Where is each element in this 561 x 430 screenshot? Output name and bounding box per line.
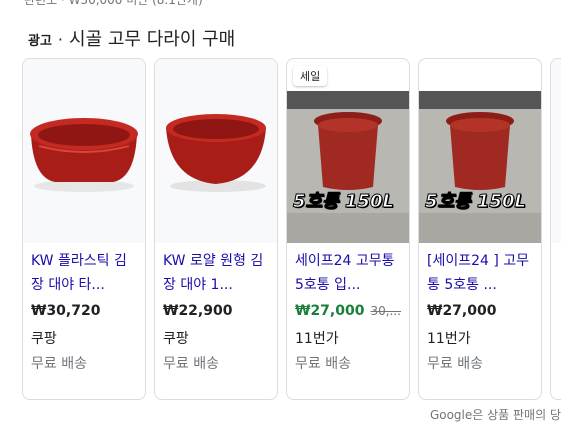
- top-cut-text: 관련도 · ₩30,000 미만 (8.1만개): [24, 0, 203, 7]
- red-oval-basin-icon: [30, 118, 138, 192]
- product-image[interactable]: 5호통 150L: [419, 59, 541, 243]
- product-card[interactable]: KW 플라스틱 김장 대야 타... ₩30,720 쿠팡 무료 배송: [22, 58, 146, 400]
- product-seller: 11번가: [427, 331, 471, 347]
- product-carousel[interactable]: KW 플라스틱 김장 대야 타... ₩30,720 쿠팡 무료 배송 KW 로…: [22, 58, 561, 402]
- product-card[interactable]: 5호통 150L [세이프24 ] 고무통 5호통 ... ₩27,000 11…: [418, 58, 542, 400]
- product-title[interactable]: 세이프24 고무통 5호통 입...: [295, 249, 403, 297]
- image-caption: 5호통 150L: [293, 191, 395, 213]
- product-title[interactable]: KW 플라스틱 김장 대야 타...: [31, 249, 139, 297]
- product-card[interactable]: 세일 5호통 150L 세이프24 고무통 5호통 입... ₩27,000 30…: [286, 58, 410, 400]
- product-seller: 11번가: [295, 331, 339, 347]
- product-price: ₩30,720: [31, 303, 101, 319]
- product-image[interactable]: 세일 5호통 150L: [287, 59, 409, 243]
- product-image[interactable]: [551, 59, 561, 243]
- product-shipping: 무료 배송: [295, 356, 351, 372]
- red-round-basin-icon: [166, 114, 266, 192]
- product-old-price: 30,...: [370, 304, 401, 318]
- sale-badge: 세일: [293, 66, 328, 86]
- product-shipping: 무료 배송: [31, 356, 87, 372]
- red-bucket-photo-icon: [419, 59, 541, 243]
- product-price: ₩27,000: [427, 303, 497, 319]
- ad-separator: ·: [57, 30, 64, 49]
- red-bucket-photo-icon: [287, 59, 409, 243]
- ad-header: 광고 · 시골 고무 다라이 구매: [28, 25, 235, 51]
- ad-section-title: 시골 고무 다라이 구매: [69, 29, 236, 50]
- ad-label: 광고: [28, 34, 52, 49]
- product-image[interactable]: [23, 59, 145, 243]
- product-shipping: 무료 배송: [427, 356, 483, 372]
- product-image[interactable]: [155, 59, 277, 243]
- product-card-partial[interactable]: [550, 58, 561, 400]
- product-card[interactable]: KW 로얄 원형 김장 대야 1... ₩22,900 쿠팡 무료 배송: [154, 58, 278, 400]
- product-title[interactable]: KW 로얄 원형 김장 대야 1...: [163, 249, 271, 297]
- image-caption: 5호통 150L: [425, 191, 527, 213]
- ad-disclaimer: Google은 상품 판매의 당: [429, 408, 561, 422]
- product-shipping: 무료 배송: [163, 356, 219, 372]
- product-price: ₩22,900: [163, 303, 233, 319]
- product-seller: 쿠팡: [31, 331, 57, 347]
- product-seller: 쿠팡: [163, 331, 189, 347]
- product-price: ₩27,000: [295, 303, 365, 319]
- product-title[interactable]: [세이프24 ] 고무통 5호통 ...: [427, 249, 535, 297]
